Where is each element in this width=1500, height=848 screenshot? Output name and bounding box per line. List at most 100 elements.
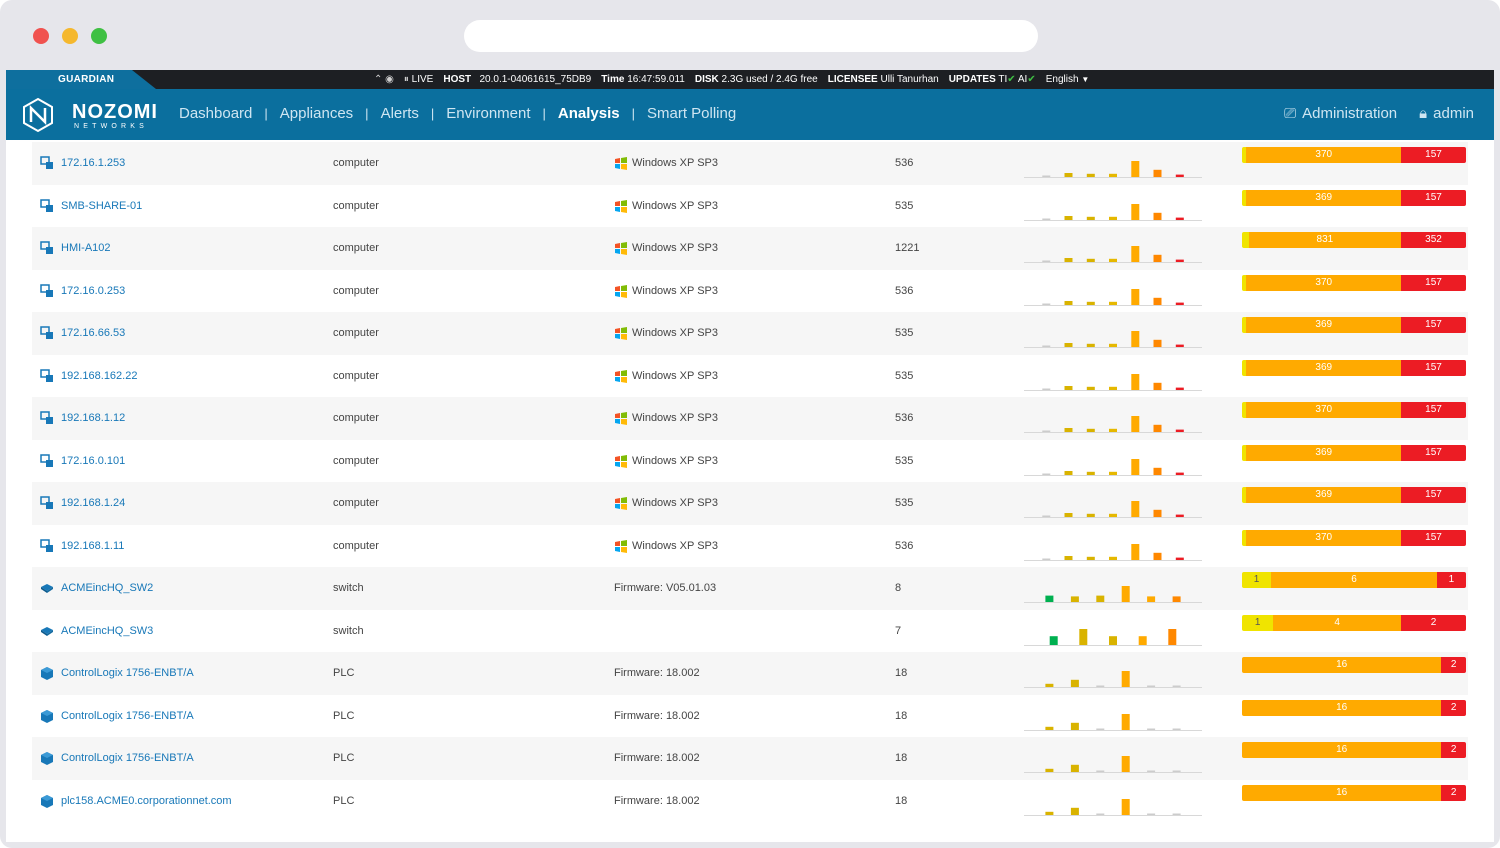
table-row[interactable]: 172.16.1.253 computer Windows XP SP3 536 370… bbox=[32, 142, 1468, 185]
asset-os: Windows XP SP3 bbox=[614, 284, 718, 298]
table-row[interactable]: SMB-SHARE-01 computer Windows XP SP3 535 369… bbox=[32, 185, 1468, 228]
nozomi-logo[interactable]: NOZOMI NETWORKS bbox=[20, 97, 157, 133]
nav-environment[interactable]: Environment bbox=[446, 105, 530, 122]
asset-name-link[interactable]: 192.168.162.22 bbox=[61, 370, 137, 382]
asset-name-link[interactable]: 192.168.1.24 bbox=[61, 497, 125, 509]
asset-name-link[interactable]: ControlLogix 1756-ENBT/A bbox=[61, 667, 194, 679]
nav-menu: Dashboard | Appliances | Alerts | Environment |… bbox=[179, 105, 736, 122]
table-row[interactable]: 192.168.162.22 computer Windows XP SP3 535 3… bbox=[32, 355, 1468, 398]
sparkline-bar bbox=[1079, 628, 1088, 645]
risk-segment: 157 bbox=[1401, 359, 1466, 376]
product-label: GUARDIAN bbox=[58, 74, 115, 85]
asset-name-link[interactable]: ControlLogix 1756-ENBT/A bbox=[61, 752, 194, 764]
table-row[interactable]: HMI-A102 computer Windows XP SP3 1221 831 352 bbox=[32, 227, 1468, 270]
language-select[interactable]: English ▼ bbox=[1046, 74, 1090, 85]
asset-type: computer bbox=[333, 497, 379, 509]
asset-name-link[interactable]: 192.168.1.12 bbox=[61, 412, 125, 424]
logo-sub-text: NETWORKS bbox=[74, 123, 149, 130]
collapse-icon[interactable]: ⌃ ◉ bbox=[374, 74, 394, 85]
disk-status: DISK 2.3G used / 2.4G free bbox=[694, 74, 818, 85]
table-row[interactable]: 192.168.1.11 computer Windows XP SP3 536 370… bbox=[32, 525, 1468, 568]
table-row[interactable]: ACMEincHQ_SW3 switch 7 1 4 2 bbox=[32, 610, 1468, 653]
table-row[interactable]: 172.16.66.53 computer Windows XP SP3 535 369… bbox=[32, 312, 1468, 355]
asset-name-link[interactable]: SMB-SHARE-01 bbox=[61, 200, 142, 212]
asset-name-link[interactable]: ControlLogix 1756-ENBT/A bbox=[61, 710, 194, 722]
table-row[interactable]: 172.16.0.101 computer Windows XP SP3 535 369… bbox=[32, 440, 1468, 483]
nav-alerts[interactable]: Alerts bbox=[381, 105, 419, 122]
sparkline-bar bbox=[1064, 513, 1073, 517]
guardian-app: GUARDIAN ⌃ ◉ ⏸ LIVE HOST 20.0.1-04061615… bbox=[6, 70, 1494, 842]
asset-os: Firmware: V05.01.03 bbox=[614, 582, 717, 594]
sparkline-bar bbox=[1175, 514, 1184, 517]
table-row[interactable]: ControlLogix 1756-ENBT/A PLC Firmware: 18.… bbox=[32, 695, 1468, 738]
asset-name-link[interactable]: 172.16.0.253 bbox=[61, 285, 125, 297]
table-row[interactable]: 172.16.0.253 computer Windows XP SP3 536 370… bbox=[32, 270, 1468, 313]
minimize-window-button[interactable] bbox=[62, 28, 78, 44]
main-navbar: NOZOMI NETWORKS Dashboard | Appliances | Ale… bbox=[6, 89, 1494, 140]
sparkline-bar bbox=[1138, 635, 1147, 645]
live-indicator[interactable]: ⏸ LIVE bbox=[404, 74, 433, 85]
risk-segment: 369 bbox=[1246, 444, 1402, 461]
asset-os: Firmware: 18.002 bbox=[614, 752, 700, 764]
nav-smart-polling[interactable]: Smart Polling bbox=[647, 105, 736, 122]
sparkline-bar bbox=[1042, 303, 1051, 305]
close-window-button[interactable] bbox=[33, 28, 49, 44]
risk-segment: 4 bbox=[1273, 614, 1402, 631]
table-row[interactable]: plc158.ACME0.corporationnet.com PLC Firmwa… bbox=[32, 780, 1468, 823]
asset-os: Firmware: 18.002 bbox=[614, 794, 700, 807]
sparkline-bar bbox=[1147, 770, 1156, 772]
asset-name-link[interactable]: 172.16.0.101 bbox=[61, 455, 125, 467]
asset-name-link[interactable]: 172.16.1.253 bbox=[61, 157, 125, 169]
sparkline-bar bbox=[1147, 596, 1156, 602]
sparkline-bar bbox=[1086, 471, 1095, 475]
activity-sparkline bbox=[1024, 671, 1202, 688]
sparkline-bar bbox=[1064, 215, 1073, 220]
sparkline-bar bbox=[1086, 428, 1095, 432]
sparkline-bar bbox=[1153, 169, 1162, 177]
sparkline-bar bbox=[1086, 216, 1095, 220]
risk-segment: 157 bbox=[1401, 487, 1466, 503]
activity-sparkline bbox=[1024, 756, 1202, 773]
asset-name-link[interactable]: 172.16.66.53 bbox=[61, 327, 125, 339]
asset-os: Firmware: 18.002 bbox=[614, 667, 700, 679]
risk-segment: 2 bbox=[1441, 742, 1466, 758]
address-bar[interactable] bbox=[464, 20, 1038, 52]
maximize-window-button[interactable] bbox=[91, 28, 107, 44]
administration-link[interactable]: ⎚ Administration bbox=[1284, 105, 1397, 122]
sparkline-bar bbox=[1042, 558, 1051, 560]
asset-name-link[interactable]: 192.168.1.11 bbox=[61, 540, 124, 552]
asset-os: Windows XP SP3 bbox=[614, 157, 718, 170]
table-row[interactable]: ACMEincHQ_SW2 switch Firmware: V05.01.03 8 1… bbox=[32, 567, 1468, 610]
sparkline-bar bbox=[1175, 302, 1184, 305]
nav-appliances[interactable]: Appliances bbox=[280, 105, 353, 122]
sparkline-bar bbox=[1109, 428, 1117, 432]
status-items: ⌃ ◉ ⏸ LIVE HOST 20.0.1-04061615_75DB9 Ti… bbox=[374, 74, 1089, 85]
user-menu[interactable]: 🔒︎ admin bbox=[1419, 105, 1474, 122]
asset-name-link[interactable]: plc158.ACME0.corporationnet.com bbox=[61, 795, 232, 807]
asset-name-link[interactable]: ACMEincHQ_SW3 bbox=[61, 625, 153, 637]
table-row[interactable]: 192.168.1.24 computer Windows XP SP3 535 369… bbox=[32, 482, 1468, 525]
nav-dashboard[interactable]: Dashboard bbox=[179, 105, 252, 122]
risk-segment: 16 bbox=[1242, 742, 1442, 758]
activity-sparkline bbox=[1024, 798, 1202, 816]
live-label: LIVE bbox=[411, 74, 434, 85]
activity-sparkline bbox=[1024, 288, 1202, 306]
sparkline-bar bbox=[1147, 728, 1156, 730]
risk-segment: 1 bbox=[1242, 572, 1272, 588]
activity-sparkline bbox=[1024, 586, 1202, 603]
asset-name-link[interactable]: HMI-A102 bbox=[61, 242, 111, 254]
sparkline-bar bbox=[1121, 586, 1130, 602]
asset-name-link[interactable]: ACMEincHQ_SW2 bbox=[61, 582, 153, 594]
table-row[interactable]: ControlLogix 1756-ENBT/A PLC Firmware: 18.… bbox=[32, 652, 1468, 695]
asset-count: 8 bbox=[895, 582, 902, 594]
plc-icon bbox=[40, 751, 54, 765]
risk-segment: 370 bbox=[1246, 274, 1402, 291]
risk-segment: 369 bbox=[1246, 487, 1402, 503]
nav-analysis[interactable]: Analysis bbox=[558, 105, 620, 122]
sparkline-bar bbox=[1042, 260, 1051, 262]
sparkline-bar bbox=[1131, 543, 1140, 560]
table-row[interactable]: ControlLogix 1756-ENBT/A PLC Firmware: 18.… bbox=[32, 737, 1468, 780]
nav-separator: | bbox=[542, 106, 546, 121]
plc-icon bbox=[40, 666, 54, 680]
table-row[interactable]: 192.168.1.12 computer Windows XP SP3 536 370… bbox=[32, 397, 1468, 440]
